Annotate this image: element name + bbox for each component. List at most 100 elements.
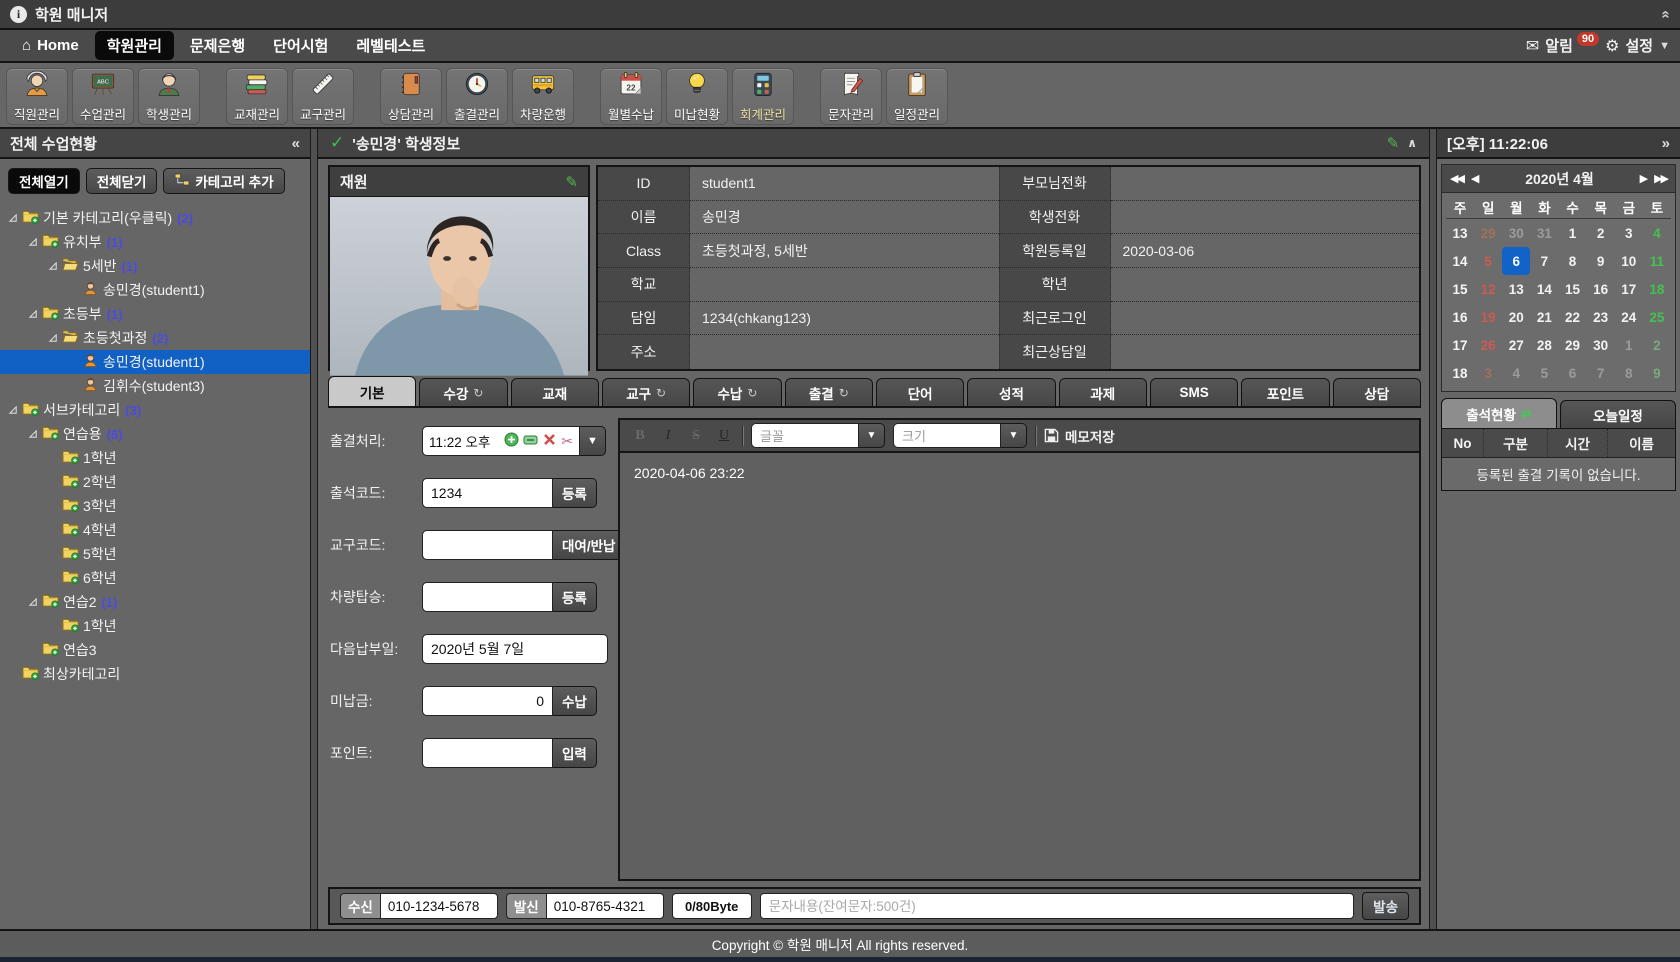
calendar-day[interactable]: 17 <box>1615 275 1643 303</box>
tab-상담[interactable]: 상담 <box>1333 378 1421 406</box>
attend-plus-icon[interactable] <box>504 432 519 450</box>
calendar-day[interactable]: 27 <box>1502 331 1530 359</box>
sms-message-input[interactable] <box>760 893 1354 919</box>
tab-수납[interactable]: 수납↻ <box>693 378 781 406</box>
calendar-day[interactable]: 24 <box>1615 303 1643 331</box>
tree-expander-icon[interactable] <box>28 306 42 322</box>
calendar-day[interactable]: 30 <box>1587 331 1615 359</box>
tree-item[interactable]: 1학년 <box>0 614 310 638</box>
tree-item[interactable]: 초등첫과정(2) <box>0 326 310 350</box>
calendar-day[interactable]: 23 <box>1587 303 1615 331</box>
calendar-day[interactable]: 5 <box>1474 247 1502 275</box>
tree-item[interactable]: 3학년 <box>0 494 310 518</box>
form-button-등록[interactable]: 등록 <box>553 478 597 508</box>
next-year-button[interactable]: ▶▶ <box>1654 172 1667 185</box>
calendar-day[interactable]: 1 <box>1559 219 1587 247</box>
underline-button[interactable]: U <box>714 428 734 444</box>
tree-button-전체닫기[interactable]: 전체닫기 <box>86 168 158 194</box>
tree-item[interactable]: 김휘수(student3) <box>0 374 310 398</box>
tree-item[interactable]: 1학년 <box>0 446 310 470</box>
calendar-day[interactable]: 8 <box>1559 247 1587 275</box>
edit-pencil-icon[interactable]: ✎ <box>1387 134 1400 152</box>
menu-item-단어시험[interactable]: 단어시험 <box>261 31 340 60</box>
bold-button[interactable]: B <box>630 428 650 444</box>
toolbar-button-일정관리[interactable]: 일정관리 <box>886 68 948 125</box>
sms-send-button[interactable]: 발송 <box>1362 892 1409 920</box>
menu-item-레벨테스트[interactable]: 레벨테스트 <box>344 31 437 60</box>
collapse-all-icon[interactable]: « <box>1657 10 1674 18</box>
calendar-day[interactable]: 31 <box>1530 219 1558 247</box>
attend-card-icon[interactable] <box>523 432 538 450</box>
tree-button-전체열기[interactable]: 전체열기 <box>8 168 80 194</box>
form-input[interactable] <box>422 686 553 716</box>
calendar-day[interactable]: 28 <box>1530 331 1558 359</box>
calendar-day[interactable]: 3 <box>1615 219 1643 247</box>
toolbar-button-학생관리[interactable]: 학생관리 <box>138 68 200 125</box>
attend-x-icon[interactable] <box>542 432 557 450</box>
form-input[interactable] <box>422 738 553 768</box>
calendar-day[interactable]: 9 <box>1587 247 1615 275</box>
tree-item[interactable]: 기본 카테고리(우클릭)(2) <box>0 206 310 230</box>
menu-item-학원관리[interactable]: 학원관리 <box>95 31 174 60</box>
tab-성적[interactable]: 성적 <box>967 378 1055 406</box>
tree-item[interactable]: 송민경(student1) <box>0 278 310 302</box>
settings-button[interactable]: ⚙ 설정 ▼ <box>1605 35 1670 56</box>
collapse-panel-icon[interactable]: ∧ <box>1407 136 1417 150</box>
memo-content[interactable]: 2020-04-06 23:22 <box>620 453 1419 879</box>
tree-expander-icon[interactable] <box>48 258 62 274</box>
toolbar-button-교재관리[interactable]: 교재관리 <box>226 68 288 125</box>
toolbar-button-직원관리[interactable]: 직원관리 <box>6 68 68 125</box>
attendance-time-box[interactable]: 11:22 오후✂ <box>422 426 580 456</box>
refresh-icon[interactable]: ↻ <box>747 386 757 400</box>
calendar-day[interactable]: 14 <box>1530 275 1558 303</box>
tree-item[interactable]: 송민경(student1) <box>0 350 310 374</box>
calendar-day[interactable]: 8 <box>1615 359 1643 387</box>
toolbar-button-출결관리[interactable]: 출결관리 <box>446 68 508 125</box>
toolbar-button-수업관리[interactable]: ABC수업관리 <box>72 68 134 125</box>
tree-expander-icon[interactable] <box>28 234 42 250</box>
tree-expander-icon[interactable] <box>28 426 42 442</box>
calendar-day[interactable]: 3 <box>1474 359 1502 387</box>
tree-item[interactable]: 5세반(1) <box>0 254 310 278</box>
calendar-day[interactable]: 4 <box>1643 219 1671 247</box>
form-button-입력[interactable]: 입력 <box>553 738 597 768</box>
calendar-day[interactable]: 29 <box>1474 219 1502 247</box>
tree-item[interactable]: 초등부(1) <box>0 302 310 326</box>
rtab-오늘일정[interactable]: 오늘일정 <box>1560 400 1676 428</box>
refresh-icon[interactable]: ↻ <box>473 386 483 400</box>
left-splitter[interactable] <box>310 129 318 929</box>
tab-과제[interactable]: 과제 <box>1059 378 1147 406</box>
calendar-day[interactable]: 2 <box>1643 331 1671 359</box>
calendar-day[interactable]: 18 <box>1643 275 1671 303</box>
refresh-icon[interactable]: ↻ <box>656 386 666 400</box>
italic-button[interactable]: I <box>658 428 678 444</box>
calendar-day[interactable]: 16 <box>1587 275 1615 303</box>
tree-expander-icon[interactable] <box>48 330 62 346</box>
tree-item[interactable]: 5학년 <box>0 542 310 566</box>
calendar-day[interactable]: 7 <box>1587 359 1615 387</box>
form-input[interactable] <box>422 530 553 560</box>
toolbar-button-회계관리[interactable]: 회계관리 <box>732 68 794 125</box>
tab-교재[interactable]: 교재 <box>511 378 599 406</box>
tree-item[interactable]: 연습용(6) <box>0 422 310 446</box>
form-button-대여/반납[interactable]: 대여/반납 <box>553 530 625 560</box>
form-button-수납[interactable]: 수납 <box>553 686 597 716</box>
calendar-day[interactable]: 4 <box>1502 359 1530 387</box>
toolbar-button-미납현황[interactable]: 미납현황 <box>666 68 728 125</box>
calendar-day[interactable]: 29 <box>1559 331 1587 359</box>
attendance-dropdown-button[interactable]: ▼ <box>580 426 606 456</box>
rtab-출석현황[interactable]: 출석현황⇄ <box>1441 398 1557 428</box>
calendar-day[interactable]: 2 <box>1587 219 1615 247</box>
tab-수강[interactable]: 수강↻ <box>419 378 507 406</box>
refresh-icon[interactable]: ⇄ <box>1521 406 1532 422</box>
prev-year-button[interactable]: ◀◀ <box>1450 172 1463 185</box>
strikethrough-button[interactable]: S <box>686 428 706 444</box>
calendar-day[interactable]: 11 <box>1643 247 1671 275</box>
tab-기본[interactable]: 기본 <box>328 376 416 406</box>
toolbar-button-문자관리[interactable]: 문자관리 <box>820 68 882 125</box>
calendar-day[interactable]: 7 <box>1530 247 1558 275</box>
tree-item[interactable]: 6학년 <box>0 566 310 590</box>
calendar-day[interactable]: 1 <box>1615 331 1643 359</box>
size-select[interactable]: 크기 ▼ <box>893 423 1027 448</box>
calendar-day[interactable]: 21 <box>1530 303 1558 331</box>
